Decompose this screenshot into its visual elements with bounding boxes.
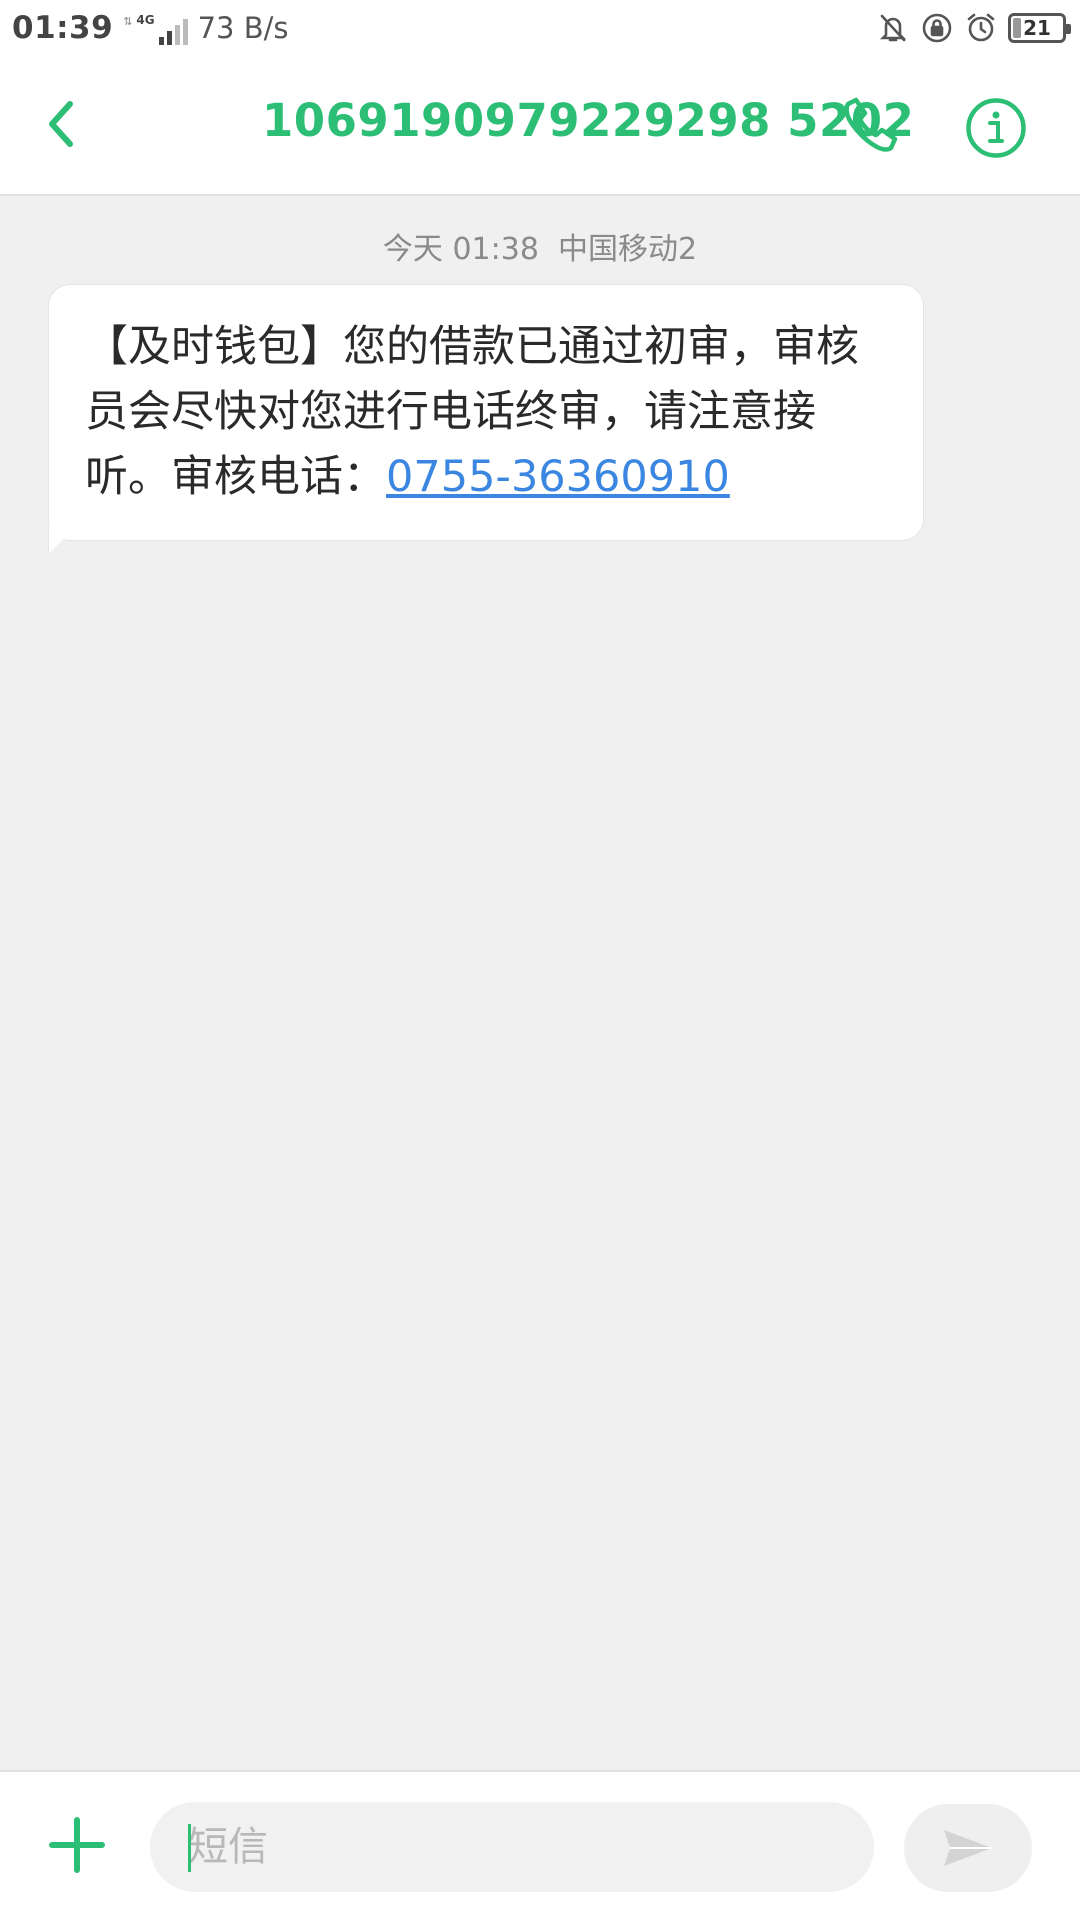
status-left: 01:39 ⇅ 4G 73 B/s — [12, 10, 289, 46]
send-icon — [944, 1830, 992, 1866]
mute-icon — [876, 11, 910, 45]
status-bar: 01:39 ⇅ 4G 73 B/s 21 — [0, 0, 1080, 56]
network-type: 4G — [136, 13, 155, 27]
battery-icon: 21 — [1008, 13, 1071, 43]
network-indicator: ⇅ 4G — [123, 11, 188, 45]
battery-level: 21 — [1023, 16, 1051, 40]
alarm-icon — [964, 11, 998, 45]
phone-icon — [844, 97, 898, 152]
phone-number-link[interactable]: 0755-36360910 — [386, 452, 730, 502]
signal-icon — [158, 19, 188, 45]
contact-number: 1069190979229298 5202 — [262, 94, 915, 147]
rotation-lock-icon — [920, 11, 954, 45]
message-timestamp: 今天 01:38 中国移动2 — [382, 232, 698, 267]
message-input[interactable] — [150, 1802, 874, 1892]
info-button[interactable] — [962, 94, 1030, 162]
data-activity-icon: ⇅ — [123, 15, 133, 28]
status-right: 21 — [876, 11, 1071, 45]
text-cursor — [188, 1824, 191, 1872]
composer-bar — [0, 1770, 1080, 1920]
call-button[interactable] — [838, 92, 904, 158]
add-attachment-button[interactable] — [44, 1812, 110, 1878]
chevron-left-icon — [49, 101, 73, 147]
network-speed: 73 B/s — [197, 11, 289, 45]
conversation-area[interactable]: 今天 01:38 中国移动2 【及时钱包】您的借款已通过初审，审核员会尽快对您进… — [0, 198, 1080, 1770]
status-time: 01:39 — [12, 10, 114, 46]
conversation-header: 1069190979229298 5202 — [0, 56, 1080, 196]
message-bubble[interactable]: 【及时钱包】您的借款已通过初审，审核员会尽快对您进行电话终审，请注意接听。审核电… — [48, 284, 924, 541]
back-button[interactable] — [30, 92, 94, 156]
plus-icon — [49, 1817, 105, 1873]
send-button[interactable] — [904, 1804, 1032, 1892]
info-icon — [966, 98, 1026, 158]
